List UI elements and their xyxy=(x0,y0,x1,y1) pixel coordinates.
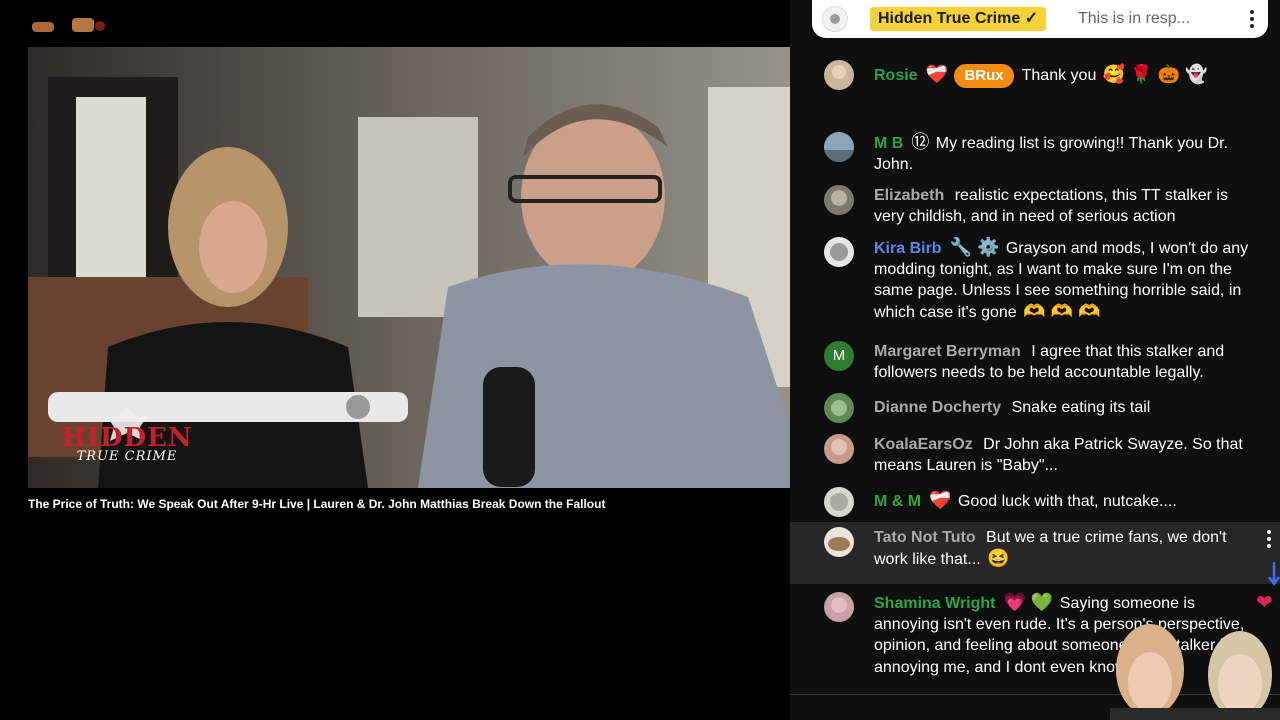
chat-author[interactable]: Tato Not Tuto xyxy=(874,529,976,546)
chat-author[interactable]: Rosie xyxy=(874,67,918,84)
pinned-author-name: Hidden True Crime ✓ xyxy=(870,7,1047,31)
host-facecam-overlay xyxy=(1110,624,1280,720)
channel-corner-logo xyxy=(32,18,105,32)
video-player[interactable]: HIDDEN TRUE CRIME xyxy=(28,47,810,488)
chat-text: Thank you xyxy=(1021,67,1097,84)
chat-emoji: 🥰 🌹 🎃 👻 xyxy=(1102,64,1208,84)
chat-emoji: 😆 xyxy=(987,548,1010,568)
avatar xyxy=(824,592,854,622)
avatar xyxy=(824,237,854,267)
chat-author[interactable]: Dianne Docherty xyxy=(874,399,1001,416)
chat-emoji: 🫶 🫶 🫶 xyxy=(1023,301,1101,321)
avatar xyxy=(824,527,854,557)
avatar xyxy=(824,487,854,517)
watermark-bottom-text: TRUE CRIME xyxy=(76,449,178,464)
author-emoji: ❤️‍🩹 xyxy=(925,64,948,84)
avatar xyxy=(824,393,854,423)
more-options-icon[interactable] xyxy=(1248,9,1256,29)
live-chat-panel[interactable]: Hidden True Crime ✓ This is in resp... R… xyxy=(790,0,1280,720)
message-options-icon[interactable] xyxy=(1266,530,1272,552)
chat-author[interactable]: Margaret Berryman xyxy=(874,343,1021,360)
video-title: The Price of Truth: We Speak Out After 9… xyxy=(28,497,606,511)
chat-text: Good luck with that, nutcake.... xyxy=(957,493,1177,510)
chat-author[interactable]: M B xyxy=(874,135,903,152)
pinned-author-avatar xyxy=(822,6,848,32)
author-emoji: 💗 💚 xyxy=(1003,592,1054,612)
moderator-badge-icon: 🔧 ⚙️ xyxy=(949,237,1000,257)
avatar: M xyxy=(824,341,854,371)
chat-author[interactable]: Shamina Wright xyxy=(874,595,996,612)
pinned-message-text: This is in resp... xyxy=(1078,10,1191,27)
chat-author[interactable]: Kira Birb xyxy=(874,240,942,257)
channel-watermark: HIDDEN TRUE CRIME xyxy=(52,405,202,475)
scroll-down-arrow-icon[interactable] xyxy=(1268,560,1280,590)
chat-author[interactable]: Elizabeth xyxy=(874,187,944,204)
avatar xyxy=(824,60,854,90)
author-emoji: ❤️‍🩹 xyxy=(929,490,952,510)
avatar xyxy=(824,185,854,215)
chat-text: Snake eating its tail xyxy=(1011,399,1151,416)
author-emoji: ⑫ xyxy=(911,132,930,152)
member-badge: BRux xyxy=(954,64,1014,88)
chat-author[interactable]: KoalaEarsOz xyxy=(874,436,973,453)
heart-icon: ❤ xyxy=(1256,592,1273,614)
pinned-message-banner[interactable]: Hidden True Crime ✓ This is in resp... xyxy=(812,0,1268,38)
avatar xyxy=(824,132,854,162)
avatar xyxy=(824,434,854,464)
chat-author[interactable]: M & M xyxy=(874,493,921,510)
